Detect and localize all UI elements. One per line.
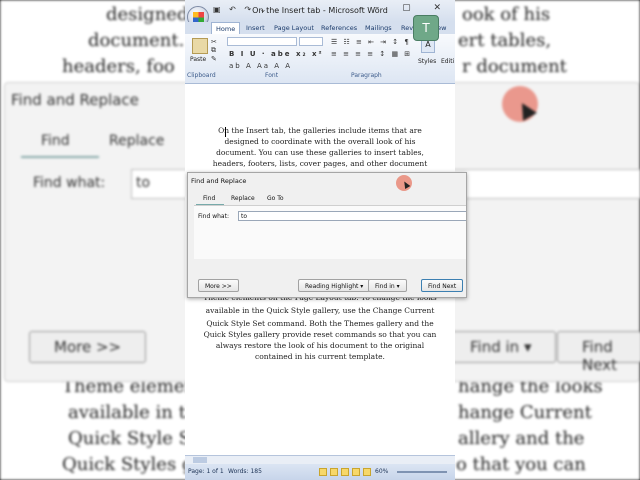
styles-label[interactable]: Styles <box>418 58 436 65</box>
editing-label[interactable]: Editi <box>441 58 454 65</box>
view-draft-icon[interactable] <box>363 468 371 476</box>
bg-text: allery and the <box>458 428 585 449</box>
reading-highlight-button[interactable]: Reading Highlight ▾ <box>298 279 371 292</box>
bg-find-what-label: Find what: <box>33 175 106 191</box>
font-color-icons[interactable]: ab A Aa A A <box>229 62 292 70</box>
doc-line: designed to coordinate with the overall … <box>224 137 416 146</box>
bg-text: r document <box>462 56 567 77</box>
horizontal-scrollbar[interactable] <box>185 455 455 464</box>
styles-icon[interactable]: A <box>421 39 435 53</box>
ribbon: Paste ✂ ⧉ ✎ B I U · abe x₂ x² ab A Aa A A … <box>185 34 455 84</box>
align-icons[interactable]: ≡ ≡ ≡ ≡ ↕ ▦ ⊞ <box>331 50 412 58</box>
tab-go-to[interactable]: Go To <box>267 195 284 202</box>
font-name-box[interactable] <box>227 37 297 46</box>
more-button[interactable]: More >> <box>198 279 239 292</box>
status-words[interactable]: Words: 185 <box>228 468 262 475</box>
bg-text: designed <box>106 4 189 25</box>
find-next-button[interactable]: Find Next <box>421 279 464 292</box>
find-what-label: Find what: <box>198 213 229 220</box>
bg-find-in-button: Find in ▾ <box>445 331 557 363</box>
scrollbar-thumb[interactable] <box>193 457 207 463</box>
tab-home[interactable]: Home <box>211 22 241 34</box>
status-page[interactable]: Page: 1 of 1 <box>188 468 224 475</box>
bg-text: hange Current <box>458 402 592 423</box>
group-clipboard: Clipboard <box>187 72 216 79</box>
view-outline-icon[interactable] <box>352 468 360 476</box>
find-what-input[interactable]: to <box>238 211 466 221</box>
view-print-layout-icon[interactable] <box>319 468 327 476</box>
find-in-button[interactable]: Find in ▾ <box>368 279 407 292</box>
bg-text: ert tables, <box>458 30 552 51</box>
bg-text: o that you can <box>456 454 586 475</box>
tab-page-layout[interactable]: Page Layout <box>274 22 314 34</box>
list-icons[interactable]: ☰ ☷ ≡ ⇤ ⇥ ↕ ¶ <box>331 38 411 46</box>
tab-insert[interactable]: Insert <box>246 22 265 34</box>
doc-line: available in the Quick Style gallery, us… <box>205 306 435 315</box>
tab-replace[interactable]: Replace <box>231 195 255 202</box>
doc-line: Quick Style Set command. Both the Themes… <box>206 319 434 328</box>
screen: designed ook of his document. ert tables,… <box>0 0 640 480</box>
doc-line: document. You can use these galleries to… <box>216 148 424 157</box>
group-font: Font <box>265 72 279 79</box>
font-format-icons[interactable]: B I U · abe x₂ x² <box>229 50 324 58</box>
window-controls[interactable]: – ▢ ✕ <box>375 3 451 13</box>
bg-text: headers, foo <box>62 56 175 77</box>
doc-line: Quick Styles gallery provide reset comma… <box>203 330 437 339</box>
tab-references[interactable]: References <box>321 22 357 34</box>
doc-line: headers, footers, lists, cover pages, an… <box>212 159 428 168</box>
zoom-slider[interactable] <box>397 471 447 473</box>
paste-icon[interactable] <box>192 38 208 54</box>
bg-find-next-button: Find Next <box>557 331 640 374</box>
bg-text: available in th <box>68 402 198 423</box>
tab-mailings[interactable]: Mailings <box>365 22 392 34</box>
font-size-box[interactable] <box>299 37 323 46</box>
zoom-level[interactable]: 60% <box>375 468 388 475</box>
bg-text: Quick Styles ge <box>62 454 205 475</box>
bg-text: document. <box>88 30 185 51</box>
bg-text: Quick Style Se <box>68 428 202 449</box>
quick-access-toolbar[interactable]: ▣ ↶ ↷ ⌄ <box>213 5 269 14</box>
bg-tab-find: Find <box>41 133 70 149</box>
bg-more-button: More >> <box>29 331 147 363</box>
doc-line: always restore the look of his document … <box>215 341 425 350</box>
status-bar: Page: 1 of 1 Words: 185 60% <box>185 464 455 480</box>
clipboard-icons[interactable]: ✂ ⧉ ✎ <box>211 38 219 63</box>
group-paragraph: Paragraph <box>351 72 382 79</box>
doc-line: contained in his current template. <box>255 352 385 361</box>
paste-label[interactable]: Paste <box>190 56 206 63</box>
bg-tab-replace: Replace <box>109 133 165 149</box>
text-caret <box>225 127 226 137</box>
dialog-title: Find and Replace <box>191 177 247 185</box>
find-replace-dialog: Find and Replace Find Replace Go To Find… <box>187 172 467 298</box>
bg-dialog-title: Find and Replace <box>11 91 139 109</box>
bg-text: ook of his <box>462 4 551 25</box>
bg-tab-underline <box>21 156 99 158</box>
view-full-screen-icon[interactable] <box>330 468 338 476</box>
avatar: T <box>413 15 439 41</box>
view-web-layout-icon[interactable] <box>341 468 349 476</box>
tab-find[interactable]: Find <box>203 195 215 202</box>
